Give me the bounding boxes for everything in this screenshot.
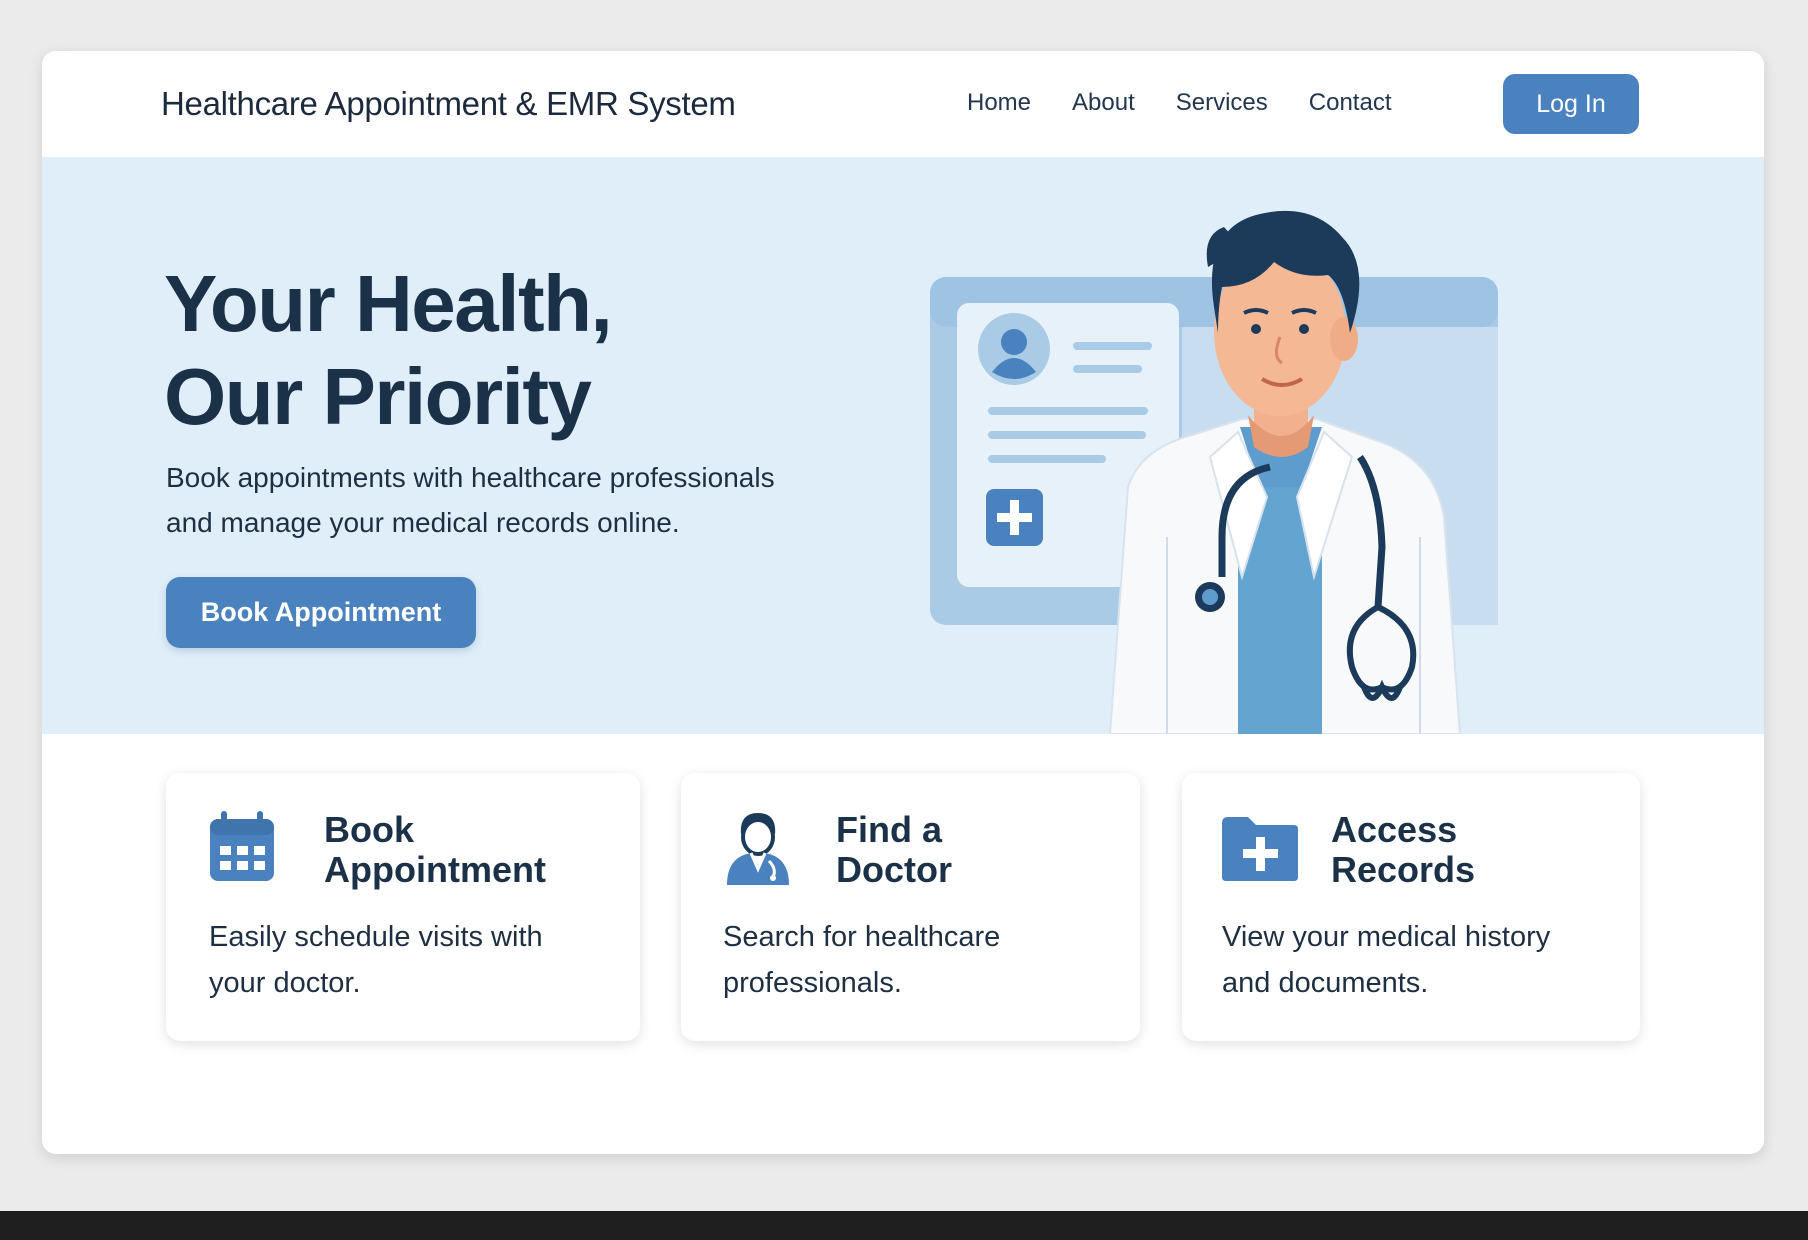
- card-title-line-1: Access: [1331, 809, 1458, 850]
- feature-card-book-appointment[interactable]: Book Appointment Easily schedule visits …: [166, 773, 640, 1041]
- hero-section: Your Health, Our Priority Book appointme…: [42, 157, 1764, 734]
- card-description-line-1: Easily schedule visits with: [209, 921, 543, 953]
- card-title-line-1: Find a: [836, 809, 942, 850]
- card-description-line-2: professionals.: [723, 967, 902, 999]
- card-description: Search for healthcare professionals.: [723, 914, 1000, 1006]
- card-description-line-1: View your medical history: [1222, 921, 1551, 953]
- card-title: Find a Doctor: [836, 810, 952, 890]
- card-title: Access Records: [1331, 810, 1475, 890]
- calendar-icon: [210, 811, 274, 881]
- hero-subtitle: Book appointments with healthcare profes…: [166, 455, 806, 545]
- bottom-bar: [0, 1211, 1808, 1240]
- hero-heading-line-2: Our Priority: [164, 352, 592, 441]
- card-title-line-2: Records: [1331, 849, 1476, 890]
- nav-link-home[interactable]: Home: [967, 89, 1031, 117]
- medical-folder-icon: [1222, 817, 1298, 881]
- main-nav: Home About Services Contact: [967, 89, 1392, 117]
- card-title-line-1: Book: [324, 809, 414, 850]
- card-title-line-2: Appointment: [324, 849, 546, 890]
- nav-link-contact[interactable]: Contact: [1309, 89, 1392, 117]
- book-appointment-button[interactable]: Book Appointment: [166, 577, 476, 648]
- nav-link-services[interactable]: Services: [1176, 89, 1268, 117]
- hero-subtitle-line-2: and manage your medical records online.: [166, 507, 680, 538]
- feature-card-access-records[interactable]: Access Records View your medical history…: [1182, 773, 1640, 1041]
- doctor-icon: [727, 813, 789, 885]
- feature-card-find-doctor[interactable]: Find a Doctor Search for healthcare prof…: [681, 773, 1140, 1041]
- hero-subtitle-line-1: Book appointments with healthcare profes…: [166, 462, 775, 493]
- app-window: Healthcare Appointment & EMR System Home…: [42, 51, 1764, 1154]
- card-description-line-1: Search for healthcare: [723, 921, 1001, 953]
- site-header: Healthcare Appointment & EMR System Home…: [42, 51, 1764, 157]
- nav-link-about[interactable]: About: [1072, 89, 1135, 117]
- card-description: Easily schedule visits with your doctor.: [209, 914, 543, 1006]
- card-title-line-2: Doctor: [836, 849, 952, 890]
- hero-heading-line-1: Your Health,: [164, 259, 613, 348]
- brand-title: Healthcare Appointment & EMR System: [161, 85, 736, 122]
- card-title: Book Appointment: [324, 810, 546, 890]
- card-description: View your medical history and documents.: [1222, 914, 1550, 1006]
- card-description-line-2: your doctor.: [209, 967, 361, 999]
- login-button[interactable]: Log In: [1503, 74, 1639, 134]
- hero-heading: Your Health, Our Priority: [164, 257, 613, 443]
- card-description-line-2: and documents.: [1222, 967, 1429, 999]
